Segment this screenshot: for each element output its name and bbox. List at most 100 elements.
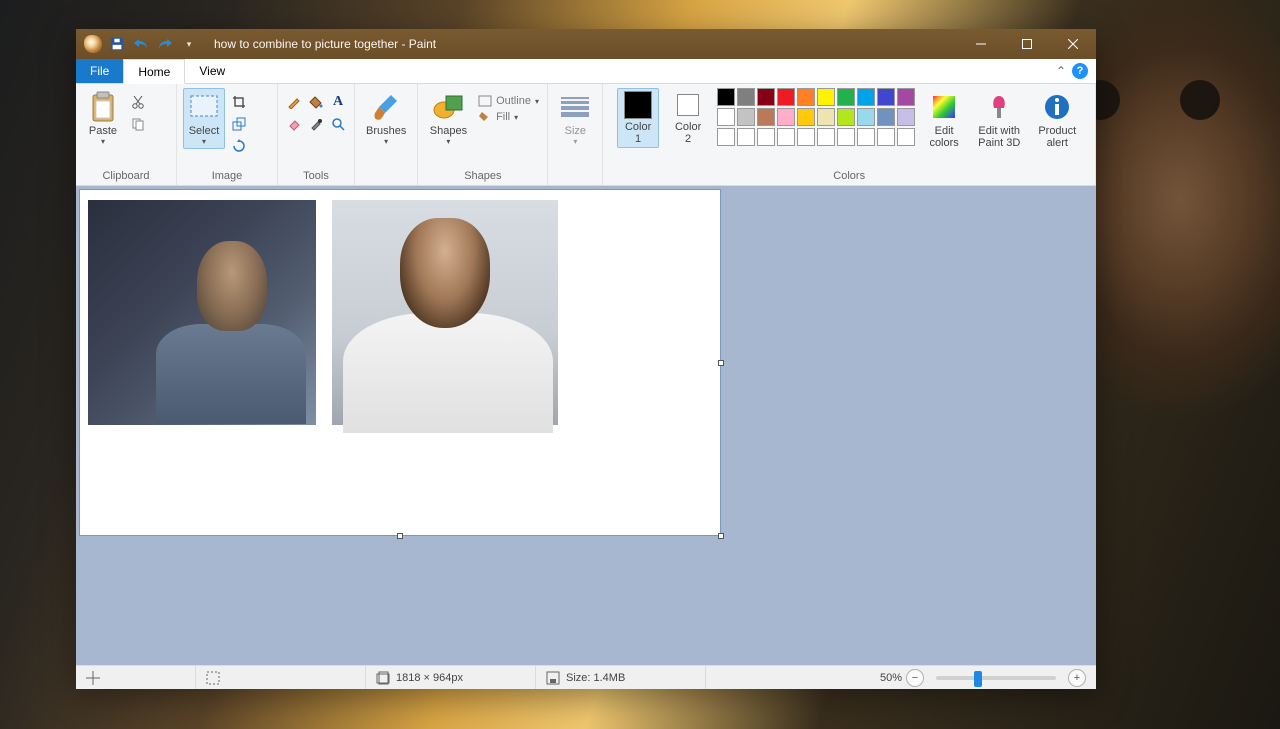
- edit-colors-button[interactable]: Edit colors: [923, 88, 965, 152]
- crosshair-icon: [86, 671, 100, 685]
- close-button[interactable]: [1050, 29, 1096, 59]
- help-icon[interactable]: ?: [1072, 63, 1088, 79]
- palette-color[interactable]: [797, 128, 815, 146]
- edit-with-paint3d-button[interactable]: Edit with Paint 3D: [973, 88, 1025, 152]
- selection-icon: [206, 671, 220, 685]
- zoom-level: 50%: [880, 672, 902, 684]
- undo-icon[interactable]: [130, 33, 152, 55]
- palette-color[interactable]: [897, 108, 915, 126]
- palette-color[interactable]: [777, 88, 795, 106]
- shape-fill-button[interactable]: Fill▾: [476, 110, 541, 124]
- palette-color[interactable]: [717, 88, 735, 106]
- palette-color[interactable]: [837, 88, 855, 106]
- chevron-down-icon: ▾: [101, 137, 105, 146]
- group-label-tools: Tools: [284, 168, 348, 185]
- quick-access-toolbar: ▾: [76, 33, 200, 55]
- resize-handle-corner[interactable]: [718, 533, 724, 539]
- resize-handle-bottom[interactable]: [397, 533, 403, 539]
- minimize-button[interactable]: [958, 29, 1004, 59]
- crop-icon[interactable]: [229, 92, 249, 112]
- palette-color[interactable]: [737, 88, 755, 106]
- qat-customize-icon[interactable]: ▾: [178, 33, 200, 55]
- palette-color[interactable]: [857, 128, 875, 146]
- selection-size: [196, 666, 366, 689]
- file-size: Size: 1.4MB: [566, 672, 625, 684]
- palette-color[interactable]: [857, 108, 875, 126]
- paste-button[interactable]: Paste ▾: [82, 88, 124, 149]
- shape-outline-button[interactable]: Outline▾: [476, 94, 541, 108]
- shapes-button[interactable]: Shapes ▾: [425, 88, 472, 149]
- palette-color[interactable]: [837, 108, 855, 126]
- window-controls: [958, 29, 1096, 59]
- group-label-image: Image: [183, 168, 271, 185]
- product-alert-button[interactable]: Product alert: [1033, 88, 1081, 152]
- rotate-icon[interactable]: [229, 136, 249, 156]
- eraser-icon[interactable]: [284, 114, 304, 134]
- palette-color[interactable]: [717, 128, 735, 146]
- select-button[interactable]: Select ▾: [183, 88, 225, 149]
- palette-color[interactable]: [817, 88, 835, 106]
- palette-color[interactable]: [897, 128, 915, 146]
- palette-color[interactable]: [757, 108, 775, 126]
- palette-color[interactable]: [897, 88, 915, 106]
- palette-color[interactable]: [797, 108, 815, 126]
- app-icon[interactable]: [82, 33, 104, 55]
- group-colors: Color 1 Color 2 Edit colors Edit with Pa…: [603, 84, 1096, 185]
- pasted-image-1[interactable]: [88, 200, 316, 425]
- maximize-button[interactable]: [1004, 29, 1050, 59]
- cursor-position: [76, 666, 196, 689]
- canvas-dimensions: 1818 × 964px: [396, 672, 463, 684]
- resize-handle-right[interactable]: [718, 360, 724, 366]
- cut-icon[interactable]: [128, 92, 148, 112]
- palette-color[interactable]: [737, 108, 755, 126]
- palette-color[interactable]: [797, 88, 815, 106]
- ribbon: Paste ▾ Clipboard Select ▾: [76, 84, 1096, 186]
- canvas[interactable]: [80, 190, 720, 535]
- palette-color[interactable]: [777, 108, 795, 126]
- copy-icon[interactable]: [128, 114, 148, 134]
- tab-file[interactable]: File: [76, 59, 123, 83]
- palette-color[interactable]: [757, 88, 775, 106]
- color1-button[interactable]: Color 1: [617, 88, 659, 148]
- color2-button[interactable]: Color 2: [667, 88, 709, 148]
- palette-color[interactable]: [737, 128, 755, 146]
- window-title: how to combine to picture together - Pai…: [214, 37, 436, 51]
- magnifier-icon[interactable]: [328, 114, 348, 134]
- palette-color[interactable]: [717, 108, 735, 126]
- color-picker-icon[interactable]: [306, 114, 326, 134]
- palette-color[interactable]: [877, 128, 895, 146]
- palette-color[interactable]: [837, 128, 855, 146]
- group-brushes: Brushes ▾: [355, 84, 418, 185]
- fill-icon[interactable]: [306, 92, 326, 112]
- redo-icon[interactable]: [154, 33, 176, 55]
- zoom-slider[interactable]: [936, 676, 1056, 680]
- save-icon[interactable]: [106, 33, 128, 55]
- palette-color[interactable]: [877, 88, 895, 106]
- group-image: Select ▾ Image: [177, 84, 278, 185]
- palette-color[interactable]: [777, 128, 795, 146]
- titlebar: ▾ how to combine to picture together - P…: [76, 29, 1096, 59]
- group-label-clipboard: Clipboard: [82, 168, 170, 185]
- chevron-down-icon: ▾: [202, 137, 206, 146]
- pasted-image-2[interactable]: [332, 200, 558, 425]
- color-palette: [717, 88, 915, 146]
- text-icon[interactable]: A: [328, 92, 348, 112]
- brushes-button[interactable]: Brushes ▾: [361, 88, 411, 149]
- zoom-slider-thumb[interactable]: [974, 671, 982, 687]
- collapse-ribbon-icon[interactable]: ⌃: [1056, 64, 1066, 78]
- group-label-shapes: Shapes: [424, 168, 541, 185]
- palette-color[interactable]: [817, 108, 835, 126]
- zoom-out-button[interactable]: −: [906, 669, 924, 687]
- size-button[interactable]: Size ▾: [554, 88, 596, 149]
- tab-home[interactable]: Home: [123, 59, 185, 84]
- canvas-scroll-area[interactable]: [76, 186, 1096, 665]
- group-clipboard: Paste ▾ Clipboard: [76, 84, 177, 185]
- palette-color[interactable]: [857, 88, 875, 106]
- pencil-icon[interactable]: [284, 92, 304, 112]
- zoom-in-button[interactable]: +: [1068, 669, 1086, 687]
- tab-view[interactable]: View: [185, 59, 239, 83]
- palette-color[interactable]: [817, 128, 835, 146]
- palette-color[interactable]: [877, 108, 895, 126]
- palette-color[interactable]: [757, 128, 775, 146]
- resize-icon[interactable]: [229, 114, 249, 134]
